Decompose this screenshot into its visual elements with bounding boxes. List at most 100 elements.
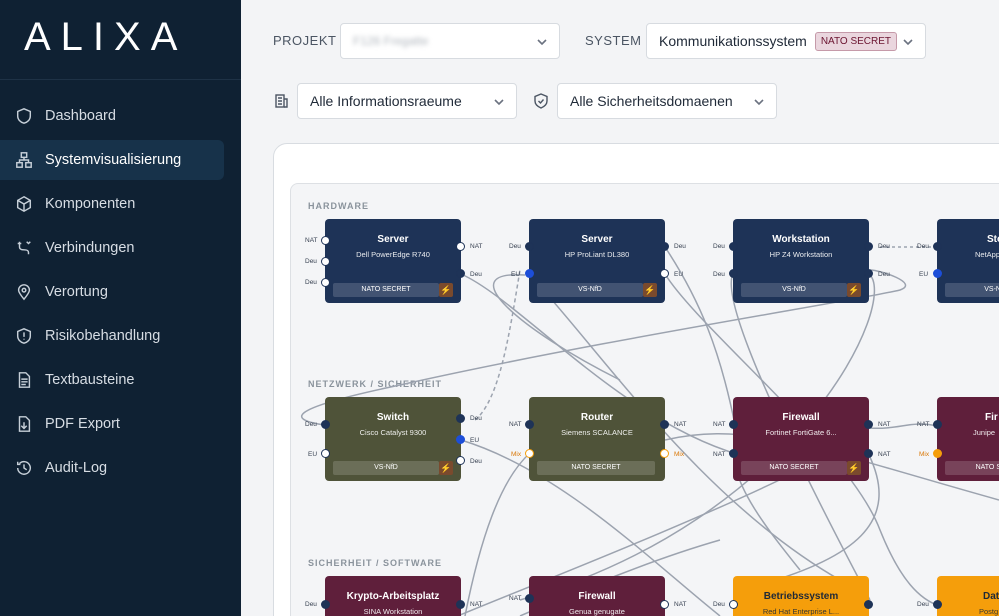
port-connector[interactable]	[864, 600, 873, 609]
port-connector[interactable]	[456, 269, 465, 278]
port-label: NAT	[713, 451, 726, 458]
node-operating-system[interactable]: Betriebssystem Red Hat Enterprise L...	[733, 576, 869, 616]
node-workstation[interactable]: Workstation HP Z4 Workstation VS-NfD ⚡	[733, 219, 869, 303]
sidebar-item-label: PDF Export	[45, 416, 120, 432]
chevron-down-icon	[537, 34, 547, 46]
port-label: Deu	[713, 271, 725, 278]
port-connector[interactable]	[525, 449, 534, 458]
alixa-logo[interactable]: ALIXA	[24, 14, 204, 59]
node-router[interactable]: Router Siemens SCALANCE NATO SECRET	[529, 397, 665, 481]
sidebar-item-systemvisualisierung[interactable]: Systemvisualisierung	[0, 140, 224, 180]
node-title: Fir	[985, 412, 998, 423]
port-connector[interactable]	[729, 242, 738, 251]
port-connector[interactable]	[729, 420, 738, 429]
port-connector[interactable]	[660, 449, 669, 458]
svg-text:ALIXA: ALIXA	[24, 15, 187, 58]
lightning-icon[interactable]: ⚡	[643, 283, 657, 297]
section-label-network: NETZWERK / SICHERHEIT	[308, 379, 443, 389]
node-crypto-workstation[interactable]: Krypto-Arbeitsplatz SINA Workstation	[325, 576, 461, 616]
port-label: EU	[919, 271, 929, 278]
security-domain-filter[interactable]: Alle Sicherheitsdomaenen	[557, 83, 777, 119]
port-connector[interactable]	[321, 600, 330, 609]
sidebar-item-audit-log[interactable]: Audit-Log	[0, 448, 241, 488]
lightning-icon[interactable]: ⚡	[439, 283, 453, 297]
port-label: Deu	[713, 243, 725, 250]
information-room-filter[interactable]: Alle Informationsraeume	[297, 83, 517, 119]
port-connector[interactable]	[321, 236, 330, 245]
port-label: NAT	[674, 421, 687, 428]
port-connector[interactable]	[321, 449, 330, 458]
node-title: Switch	[376, 412, 410, 423]
sidebar-item-komponenten[interactable]: Komponenten	[0, 184, 241, 224]
port-connector[interactable]	[729, 449, 738, 458]
node-title: Server	[377, 234, 409, 245]
shield-icon	[14, 106, 34, 126]
node-switch[interactable]: Switch Cisco Catalyst 9300 VS-NfD ⚡	[325, 397, 461, 481]
port-connector[interactable]	[456, 435, 465, 444]
port-connector[interactable]	[729, 600, 738, 609]
port-connector[interactable]	[933, 420, 942, 429]
sidebar-item-verbindungen[interactable]: Verbindungen	[0, 228, 241, 268]
port-connector[interactable]	[864, 420, 873, 429]
port-connector[interactable]	[321, 257, 330, 266]
node-title: Workstation	[772, 234, 830, 245]
sidebar-item-verortung[interactable]: Verortung	[0, 272, 241, 312]
port-connector[interactable]	[525, 269, 534, 278]
chevron-down-icon	[903, 34, 913, 46]
project-value: F126 Fregatte	[353, 34, 429, 48]
system-select[interactable]: Kommunikationssystem NATO SECRET	[646, 23, 926, 59]
node-subtitle: Postg	[979, 607, 999, 616]
port-connector[interactable]	[933, 449, 942, 458]
port-connector[interactable]	[933, 600, 942, 609]
sidebar-item-pdf-export[interactable]: PDF Export	[0, 404, 241, 444]
port-connector[interactable]	[660, 600, 669, 609]
port-connector[interactable]	[321, 278, 330, 287]
network-icon	[14, 150, 34, 170]
sidebar-item-dashboard[interactable]: Dashboard	[0, 96, 241, 136]
port-label: Deu	[917, 243, 929, 250]
port-connector[interactable]	[660, 242, 669, 251]
history-icon	[14, 458, 34, 478]
sidebar-item-textbausteine[interactable]: Textbausteine	[0, 360, 241, 400]
node-firewall-software[interactable]: Firewall Genua genugate	[529, 576, 665, 616]
lightning-icon[interactable]: ⚡	[847, 283, 861, 297]
port-connector[interactable]	[864, 269, 873, 278]
node-server-1[interactable]: Server Dell PowerEdge R740 NATO SECRET ⚡	[325, 219, 461, 303]
node-database[interactable]: Dat Postg	[937, 576, 999, 616]
port-connector[interactable]	[660, 269, 669, 278]
port-connector[interactable]	[729, 269, 738, 278]
port-connector[interactable]	[933, 242, 942, 251]
node-title: Firewall	[782, 412, 820, 423]
port-connector[interactable]	[864, 242, 873, 251]
node-subtitle: Genua genugate	[569, 607, 625, 616]
lightning-icon[interactable]: ⚡	[847, 461, 861, 475]
node-classification: NATO SECRET	[333, 283, 439, 297]
shield-check-icon	[533, 93, 549, 109]
sidebar-item-risikobehandlung[interactable]: Risikobehandlung	[0, 316, 241, 356]
port-connector[interactable]	[525, 420, 534, 429]
port-connector[interactable]	[660, 420, 669, 429]
port-label: NAT	[878, 451, 891, 458]
sidebar-item-label: Audit-Log	[45, 460, 108, 476]
node-firewall-1[interactable]: Firewall Fortinet FortiGate 6... NATO SE…	[733, 397, 869, 481]
port-connector[interactable]	[456, 414, 465, 423]
port-connector[interactable]	[525, 242, 534, 251]
port-connector[interactable]	[321, 420, 330, 429]
port-connector[interactable]	[456, 600, 465, 609]
node-subtitle: Junipe	[973, 428, 996, 437]
sidebar-item-label: Dashboard	[45, 108, 116, 124]
node-subtitle: Dell PowerEdge R740	[356, 250, 430, 259]
port-label: EU	[511, 271, 521, 278]
port-connector[interactable]	[525, 594, 534, 603]
port-label: NAT	[470, 601, 483, 608]
lightning-icon[interactable]: ⚡	[439, 461, 453, 475]
port-connector[interactable]	[456, 242, 465, 251]
project-select[interactable]: F126 Fregatte	[340, 23, 560, 59]
node-firewall-2[interactable]: Fir Junipe NATO S	[937, 397, 999, 481]
node-storage[interactable]: Sto NetApp VS-N	[937, 219, 999, 303]
port-connector[interactable]	[933, 269, 942, 278]
node-subtitle: Red Hat Enterprise L...	[762, 607, 840, 616]
node-server-2[interactable]: Server HP ProLiant DL380 VS-NfD ⚡	[529, 219, 665, 303]
port-connector[interactable]	[456, 456, 465, 465]
port-connector[interactable]	[864, 449, 873, 458]
